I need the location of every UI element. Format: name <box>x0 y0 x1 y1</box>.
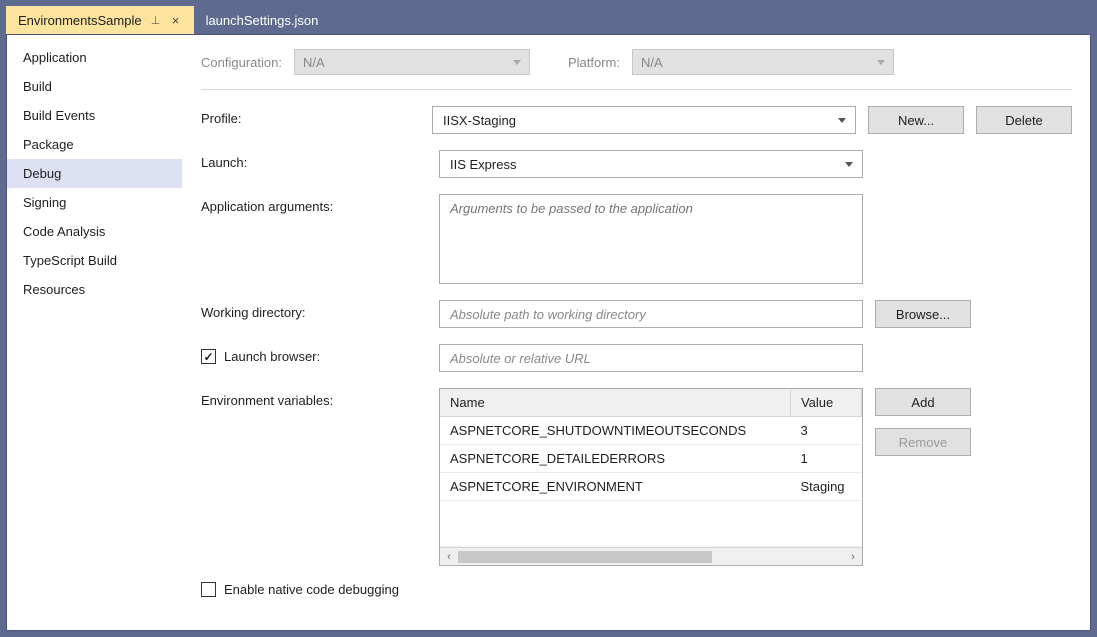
scroll-left-icon[interactable]: ‹ <box>440 551 458 563</box>
sidebar-item-resources[interactable]: Resources <box>7 275 182 304</box>
new-profile-button[interactable]: New... <box>868 106 964 134</box>
remove-env-button[interactable]: Remove <box>875 428 971 456</box>
env-cell-value[interactable]: 1 <box>790 445 861 473</box>
profile-label: Profile: <box>201 106 432 126</box>
launch-browser-checkbox[interactable] <box>201 349 216 364</box>
app-args-input[interactable] <box>439 194 863 284</box>
sidebar-item-code-analysis[interactable]: Code Analysis <box>7 217 182 246</box>
env-row[interactable]: ASPNETCORE_DETAILEDERRORS 1 <box>440 445 862 473</box>
env-header-value[interactable]: Value <box>790 389 861 417</box>
launch-label: Launch: <box>201 150 439 170</box>
sidebar-item-application[interactable]: Application <box>7 43 182 72</box>
env-header-name[interactable]: Name <box>440 389 790 417</box>
launch-browser-label: Launch browser: <box>224 349 320 364</box>
platform-select: N/A <box>632 49 894 75</box>
working-dir-input[interactable]: Absolute path to working directory <box>439 300 863 328</box>
tab-label: EnvironmentsSample <box>18 13 142 28</box>
close-icon[interactable]: × <box>170 14 182 26</box>
env-cell-name[interactable]: ASPNETCORE_ENVIRONMENT <box>440 473 790 501</box>
app-args-label: Application arguments: <box>201 194 439 214</box>
env-cell-name[interactable]: ASPNETCORE_DETAILEDERRORS <box>440 445 790 473</box>
sidebar-item-build-events[interactable]: Build Events <box>7 101 182 130</box>
delete-profile-button[interactable]: Delete <box>976 106 1072 134</box>
sidebar-item-package[interactable]: Package <box>7 130 182 159</box>
env-row[interactable]: ASPNETCORE_SHUTDOWNTIMEOUTSECONDS 3 <box>440 417 862 445</box>
config-platform-row: Configuration: N/A Platform: N/A <box>201 49 1072 90</box>
tab-bar: EnvironmentsSample ⊥ × launchSettings.js… <box>6 6 1091 34</box>
scroll-thumb[interactable] <box>458 551 712 563</box>
browse-button[interactable]: Browse... <box>875 300 971 328</box>
env-row[interactable]: ASPNETCORE_ENVIRONMENT Staging <box>440 473 862 501</box>
env-cell-name[interactable]: ASPNETCORE_SHUTDOWNTIMEOUTSECONDS <box>440 417 790 445</box>
content-area: Application Build Build Events Package D… <box>6 34 1091 631</box>
sidebar: Application Build Build Events Package D… <box>7 35 183 630</box>
sidebar-item-signing[interactable]: Signing <box>7 188 182 217</box>
sidebar-item-build[interactable]: Build <box>7 72 182 101</box>
add-env-button[interactable]: Add <box>875 388 971 416</box>
debug-form: Profile: IISX-Staging New... Delete Laun… <box>201 90 1072 597</box>
scroll-right-icon[interactable]: › <box>844 551 862 563</box>
env-vars-table: Name Value ASPNETCORE_SHUTDOWNTIMEOUTSEC… <box>439 388 863 566</box>
pin-icon[interactable]: ⊥ <box>150 14 162 26</box>
env-vars-label: Environment variables: <box>201 388 439 408</box>
configuration-label: Configuration: <box>201 55 282 70</box>
sidebar-item-debug[interactable]: Debug <box>7 159 182 188</box>
env-cell-value[interactable]: Staging <box>790 473 861 501</box>
native-debug-checkbox[interactable] <box>201 582 216 597</box>
project-properties-window: EnvironmentsSample ⊥ × launchSettings.js… <box>0 0 1097 637</box>
main-panel: Configuration: N/A Platform: N/A Profile… <box>183 35 1090 630</box>
sidebar-item-typescript-build[interactable]: TypeScript Build <box>7 246 182 275</box>
tab-label: launchSettings.json <box>206 13 319 28</box>
launch-browser-url-input[interactable]: Absolute or relative URL <box>439 344 863 372</box>
profile-select[interactable]: IISX-Staging <box>432 106 856 134</box>
launch-select[interactable]: IIS Express <box>439 150 863 178</box>
tab-launchsettings[interactable]: launchSettings.json <box>194 6 331 34</box>
configuration-select: N/A <box>294 49 530 75</box>
working-dir-label: Working directory: <box>201 300 439 320</box>
tab-environments-sample[interactable]: EnvironmentsSample ⊥ × <box>6 6 194 34</box>
env-horizontal-scrollbar[interactable]: ‹ › <box>440 547 862 565</box>
env-cell-value[interactable]: 3 <box>790 417 861 445</box>
platform-label: Platform: <box>568 55 620 70</box>
env-row-empty <box>440 501 862 547</box>
native-debug-label: Enable native code debugging <box>224 582 399 597</box>
